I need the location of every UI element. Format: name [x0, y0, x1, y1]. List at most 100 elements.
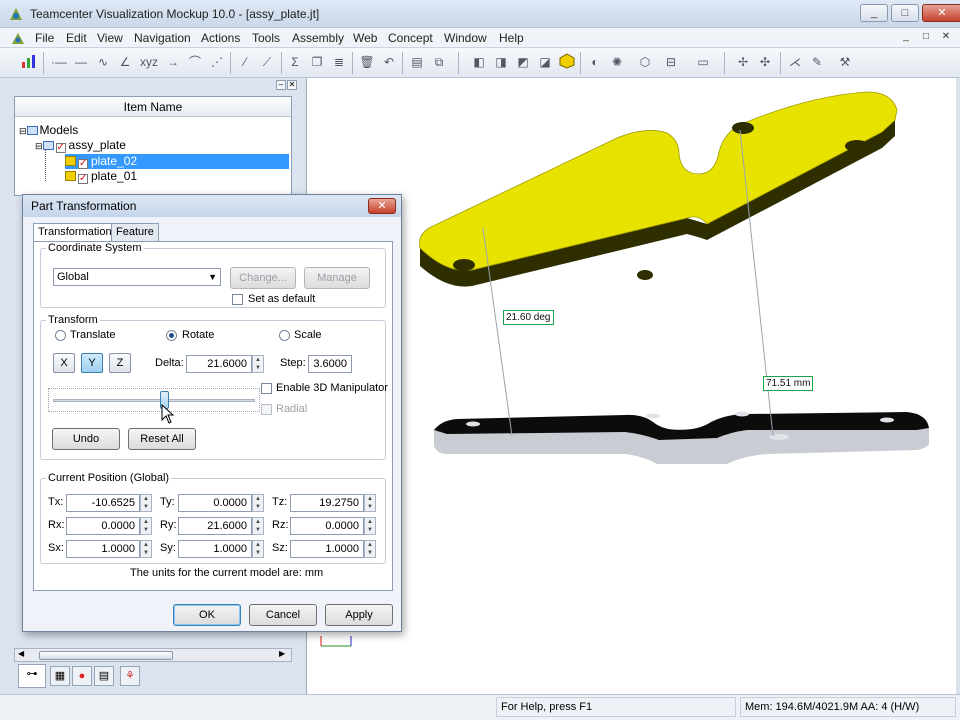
cut-plane-icon[interactable]: ⊟	[662, 53, 680, 71]
tree-node-assy-plate[interactable]: ⊟ ✓ assy_plate	[35, 138, 126, 153]
cube-view-top-icon[interactable]: ◩	[514, 53, 532, 71]
manage-button[interactable]: Manage	[304, 267, 370, 289]
position-spinner[interactable]: ▲ ▼	[140, 494, 152, 512]
section-icon[interactable]: ⬡	[636, 53, 654, 71]
color-tab-icon[interactable]: ●	[72, 666, 92, 686]
change-button[interactable]: Change...	[230, 267, 296, 289]
horizontal-scrollbar[interactable]: ◀ ▶	[14, 648, 292, 662]
stack-icon[interactable]: ≣	[330, 53, 348, 71]
position-value-input[interactable]: 21.6000	[178, 517, 252, 535]
tab-feature[interactable]: Feature	[111, 223, 159, 241]
cube-view-side-icon[interactable]: ◪	[536, 53, 554, 71]
position-spinner[interactable]: ▲ ▼	[252, 517, 264, 535]
scroll-right-icon[interactable]: ▶	[279, 649, 285, 658]
cube-view-front-icon[interactable]: ◧	[470, 53, 488, 71]
minimize-button[interactable]: _	[860, 4, 888, 22]
menu-tools[interactable]: Tools	[249, 30, 283, 46]
position-value-input[interactable]: 1.0000	[66, 540, 140, 558]
line-measure-icon[interactable]: —	[72, 53, 90, 71]
apply-button[interactable]: Apply	[325, 604, 393, 626]
menu-file[interactable]: File	[32, 30, 57, 46]
axis-x-button[interactable]: X	[53, 353, 75, 373]
plate-02-model[interactable]	[419, 91, 898, 287]
undo-button[interactable]: Undo	[52, 428, 120, 450]
menu-view[interactable]: View	[94, 30, 126, 46]
coordinate-system-select[interactable]: Global ▼	[53, 268, 221, 286]
menu-actions[interactable]: Actions	[198, 30, 243, 46]
position-spinner[interactable]: ▲ ▼	[364, 540, 376, 558]
dialog-close-icon[interactable]: ✕	[368, 198, 396, 214]
duplicate-icon[interactable]: ❐	[308, 53, 326, 71]
distance-measure-label[interactable]: 71.51 mm	[763, 376, 814, 391]
tree-tab-icon[interactable]: ⊶	[18, 664, 46, 688]
menu-edit[interactable]: Edit	[63, 30, 90, 46]
point-measure-icon[interactable]: ·—	[50, 53, 68, 71]
step-input[interactable]: 3.6000	[308, 355, 352, 373]
clipboard-icon[interactable]: ▤	[408, 53, 426, 71]
tree-node-plate-01[interactable]: ✓ plate_01	[65, 169, 137, 184]
position-spinner[interactable]: ▲ ▼	[140, 540, 152, 558]
menu-window[interactable]: Window	[441, 30, 490, 46]
wand-icon[interactable]: ⁄	[236, 53, 254, 71]
pin-icon[interactable]: ⟋	[258, 53, 276, 71]
translate-radio[interactable]	[55, 330, 66, 341]
menu-assembly[interactable]: Assembly	[289, 30, 347, 46]
enable-3d-manipulator-checkbox[interactable]	[261, 383, 272, 394]
xyz-icon[interactable]: xyz	[140, 53, 158, 71]
window-icon[interactable]: ▭	[694, 53, 712, 71]
maximize-button[interactable]: □	[891, 4, 919, 22]
scroll-left-icon[interactable]: ◀	[18, 649, 24, 658]
axis-z-button[interactable]: Z	[109, 353, 131, 373]
pane-pin-icon[interactable]: ‒	[276, 80, 286, 90]
axis-y-button[interactable]: Y	[81, 353, 103, 373]
position-spinner[interactable]: ▲ ▼	[364, 494, 376, 512]
curve-measure-icon[interactable]: ∿	[94, 53, 112, 71]
pen-icon[interactable]: ✎	[808, 53, 826, 71]
position-spinner[interactable]: ▲ ▼	[252, 494, 264, 512]
position-value-input[interactable]: 0.0000	[66, 517, 140, 535]
mdi-minimize-button[interactable]: _	[898, 31, 914, 45]
rotate-radio[interactable]	[166, 330, 177, 341]
set-default-checkbox[interactable]	[232, 294, 243, 305]
copy-icon[interactable]: ⧉	[430, 53, 448, 71]
wrench-icon[interactable]: ⚒	[836, 53, 854, 71]
mdi-close-button[interactable]: ✕	[938, 31, 954, 45]
pane-close-icon[interactable]: ✕	[287, 80, 297, 90]
ok-button[interactable]: OK	[173, 604, 241, 626]
close-button[interactable]: ✕	[922, 4, 960, 22]
bar-chart-icon[interactable]	[20, 53, 38, 71]
explode-settings-icon[interactable]: ✣	[756, 53, 774, 71]
film-tab-icon[interactable]: ▦	[50, 666, 70, 686]
radial-checkbox[interactable]	[261, 404, 272, 415]
explode-icon[interactable]: ✢	[734, 53, 752, 71]
visibility-checkbox[interactable]: ✓	[78, 174, 88, 184]
network-tab-icon[interactable]: ⚘	[120, 666, 140, 686]
delta-spinner[interactable]: ▲ ▼	[252, 355, 264, 373]
menu-navigation[interactable]: Navigation	[131, 30, 194, 46]
menu-web[interactable]: Web	[350, 30, 380, 46]
delta-input[interactable]: 21.6000	[186, 355, 252, 373]
menu-help[interactable]: Help	[496, 30, 527, 46]
rotation-slider[interactable]	[48, 388, 260, 412]
scale-radio[interactable]	[279, 330, 290, 341]
document-tab-icon[interactable]: ▤	[94, 666, 114, 686]
undo-icon[interactable]: ↶	[380, 53, 398, 71]
position-value-input[interactable]: 19.2750	[290, 494, 364, 512]
tree-node-plate-02[interactable]: ✓ plate_02	[65, 154, 289, 169]
sum-icon[interactable]: Σ	[286, 53, 304, 71]
position-spinner[interactable]: ▲ ▼	[364, 517, 376, 535]
menu-concept[interactable]: Concept	[385, 30, 436, 46]
path-icon[interactable]: ⋰	[208, 53, 226, 71]
cube-view-iso-icon[interactable]	[558, 53, 576, 71]
mdi-restore-button[interactable]: □	[918, 31, 934, 45]
shading-icon[interactable]: ◐	[586, 53, 604, 71]
visibility-checkbox[interactable]: ✓	[78, 159, 88, 169]
visibility-checkbox[interactable]: ✓	[55, 143, 66, 153]
angle-measure-icon[interactable]: ∠	[116, 53, 134, 71]
position-value-input[interactable]: 1.0000	[290, 540, 364, 558]
3d-viewport[interactable]: 21.60 deg 71.51 mm	[306, 78, 956, 694]
cancel-button[interactable]: Cancel	[249, 604, 317, 626]
position-value-input[interactable]: 0.0000	[290, 517, 364, 535]
position-value-input[interactable]: 0.0000	[178, 494, 252, 512]
cube-view-back-icon[interactable]: ◨	[492, 53, 510, 71]
